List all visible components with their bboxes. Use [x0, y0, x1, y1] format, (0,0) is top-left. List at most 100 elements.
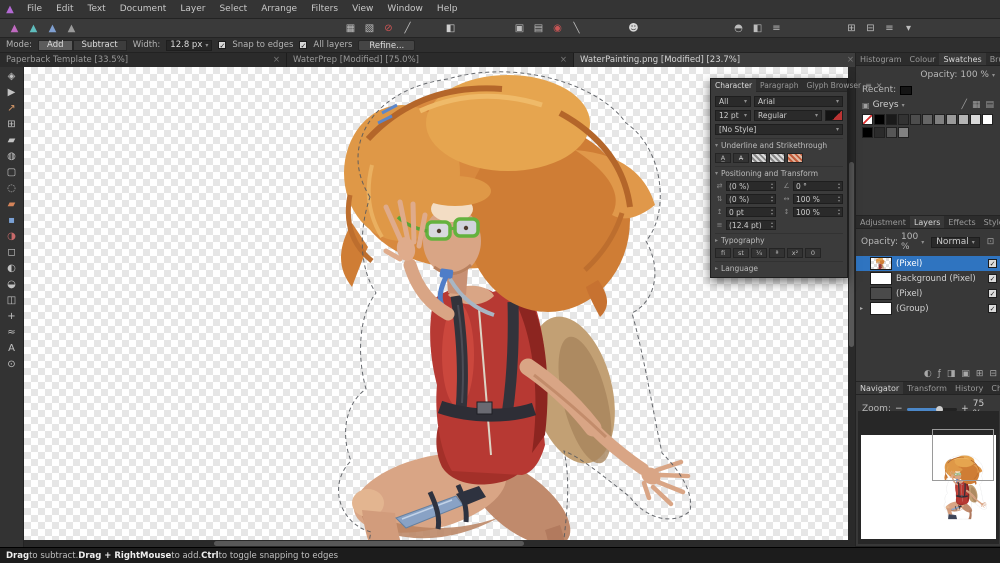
erase-tool[interactable]: ◻: [0, 245, 24, 261]
crop-tool[interactable]: ⊞: [0, 117, 24, 133]
refine-button[interactable]: Refine...: [358, 39, 416, 51]
layer-row[interactable]: Background (Pixel) ✓: [856, 271, 1000, 286]
edit-swatch-icon[interactable]: ╱: [961, 100, 968, 110]
burn-tool[interactable]: ◒: [0, 277, 24, 293]
horizontal-scrollbar-thumb[interactable]: [214, 541, 524, 546]
close-tab-icon[interactable]: ×: [273, 55, 280, 65]
navigator-view-rectangle[interactable]: [932, 429, 994, 481]
swatch[interactable]: [898, 114, 909, 125]
swatch[interactable]: [934, 114, 945, 125]
snap-grid-icon[interactable]: ▦: [342, 21, 359, 36]
typography-button-3[interactable]: ª: [769, 248, 785, 258]
underline-style-button-0[interactable]: A̲: [715, 153, 731, 163]
text-tool[interactable]: A: [0, 341, 24, 357]
brush-edit-icon[interactable]: ╲: [568, 21, 585, 36]
spinner-arrows-icon[interactable]: ▴ ▾: [771, 221, 773, 229]
kerning-field[interactable]: (0 %) ▴ ▾: [726, 194, 776, 204]
menu-document[interactable]: Document: [113, 0, 174, 19]
menu-text[interactable]: Text: [81, 0, 113, 19]
typography-button-1[interactable]: st: [733, 248, 749, 258]
tab-styles[interactable]: Styles: [980, 216, 1000, 228]
colour-picker-tool[interactable]: ↗: [0, 101, 24, 117]
tab-history[interactable]: History: [951, 382, 987, 394]
swatch[interactable]: [910, 114, 921, 125]
tab-swatches[interactable]: Swatches: [939, 53, 986, 65]
layer-row[interactable]: (Pixel) ✓: [856, 286, 1000, 301]
typography-button-4[interactable]: x²: [787, 248, 803, 258]
menu-edit[interactable]: Edit: [49, 0, 80, 19]
spinner-arrows-icon[interactable]: ▴ ▾: [771, 208, 773, 216]
tracking-field[interactable]: (0 %) ▴ ▾: [726, 181, 776, 191]
list-icon[interactable]: ≡: [768, 21, 785, 36]
spinner-arrows-icon[interactable]: ▴ ▾: [771, 182, 773, 190]
tab-navigator[interactable]: Navigator: [856, 382, 904, 394]
dodge-tool[interactable]: ◐: [0, 261, 24, 277]
lock-icon[interactable]: ⊡: [986, 237, 996, 247]
grid-icon[interactable]: ⊞: [843, 21, 860, 36]
adjustment-icon[interactable]: ◐: [924, 369, 932, 379]
snapping-disabled-icon[interactable]: ⊘: [380, 21, 397, 36]
app-logo-icon[interactable]: ▲: [0, 4, 20, 15]
tab-brushes[interactable]: Brushes: [986, 53, 1000, 65]
pixel-tool[interactable]: ▪: [0, 213, 24, 229]
all-layers-checkbox[interactable]: ✓: [299, 41, 308, 50]
navigator-preview[interactable]: [858, 411, 999, 544]
group-icon[interactable]: ▣: [961, 369, 970, 379]
assistant-icon[interactable]: ☻: [625, 21, 642, 36]
menu-help[interactable]: Help: [430, 0, 465, 19]
panel-menu-icon[interactable]: ≡: [865, 81, 872, 90]
tab-paragraph[interactable]: Paragraph: [756, 79, 802, 92]
menu-window[interactable]: Window: [380, 0, 430, 19]
close-tab-icon[interactable]: ×: [560, 55, 567, 65]
typography-button-2[interactable]: ¼: [751, 248, 767, 258]
swatch[interactable]: [874, 114, 885, 125]
shear-field[interactable]: 0 ° ▴ ▾: [793, 181, 843, 191]
swatch[interactable]: [898, 127, 909, 138]
spinner-arrows-icon[interactable]: ▴ ▾: [771, 195, 773, 203]
swatch[interactable]: [970, 114, 981, 125]
close-tab-icon[interactable]: ×: [847, 55, 854, 65]
positioning-section-header[interactable]: ▾ Positioning and Transform: [715, 166, 843, 178]
list-view-icon[interactable]: ▤: [984, 100, 995, 110]
tab-character[interactable]: Character: [711, 78, 757, 92]
fill-swatch-icon[interactable]: ◧: [442, 21, 459, 36]
lasso-tool[interactable]: ◌: [0, 181, 24, 197]
layer-visibility-checkbox[interactable]: ✓: [988, 304, 997, 313]
mode-add-button[interactable]: Add: [38, 39, 73, 51]
swatch[interactable]: [922, 114, 933, 125]
swatch[interactable]: [886, 127, 897, 138]
snap-to-edges-checkbox[interactable]: ✓: [218, 41, 227, 50]
pattern-icon[interactable]: ▤: [530, 21, 547, 36]
mask-icon[interactable]: ◨: [947, 369, 956, 379]
paint-brush-tool[interactable]: ▰: [0, 197, 24, 213]
clone-tool[interactable]: ◫: [0, 293, 24, 309]
swatch-none[interactable]: [862, 114, 873, 125]
flood-select-tool[interactable]: ◍: [0, 149, 24, 165]
swatch-white-icon[interactable]: ▣: [511, 21, 528, 36]
move-tool[interactable]: ▶: [0, 85, 24, 101]
snap-candidates-icon[interactable]: ▧: [361, 21, 378, 36]
tab-effects[interactable]: Effects: [944, 216, 979, 228]
vertical-scrollbar-thumb[interactable]: [849, 162, 854, 347]
delete-layer-icon[interactable]: ⊟: [989, 369, 997, 379]
menu-file[interactable]: File: [20, 0, 49, 19]
colour-replacement-tool[interactable]: ◑: [0, 229, 24, 245]
recent-swatch[interactable]: [900, 85, 913, 95]
document-tab[interactable]: WaterPainting.png [Modified] [23.7%] ×: [574, 53, 861, 67]
expander-icon[interactable]: ▸: [860, 305, 866, 312]
swatch[interactable]: [982, 114, 993, 125]
vertical-scrollbar[interactable]: [848, 67, 855, 540]
baseline-field[interactable]: 0 pt ▴ ▾: [726, 207, 776, 217]
spinner-arrows-icon[interactable]: ▴ ▾: [838, 182, 840, 190]
fx-icon[interactable]: ƒ: [938, 369, 941, 379]
swatch[interactable]: [958, 114, 969, 125]
chevron-down-icon[interactable]: ▾: [205, 42, 208, 49]
h-scale-field[interactable]: 100 % ▴ ▾: [793, 194, 843, 204]
tab-glyph-browser[interactable]: Glyph Browser: [802, 79, 865, 92]
menu-icon[interactable]: ≡: [881, 21, 898, 36]
menu-view[interactable]: View: [345, 0, 380, 19]
underline-style-button-3[interactable]: [769, 153, 785, 163]
chevron-down-icon[interactable]: ▾: [921, 239, 924, 246]
blur-tool[interactable]: ≈: [0, 325, 24, 341]
layer-visibility-checkbox[interactable]: ✓: [988, 289, 997, 298]
